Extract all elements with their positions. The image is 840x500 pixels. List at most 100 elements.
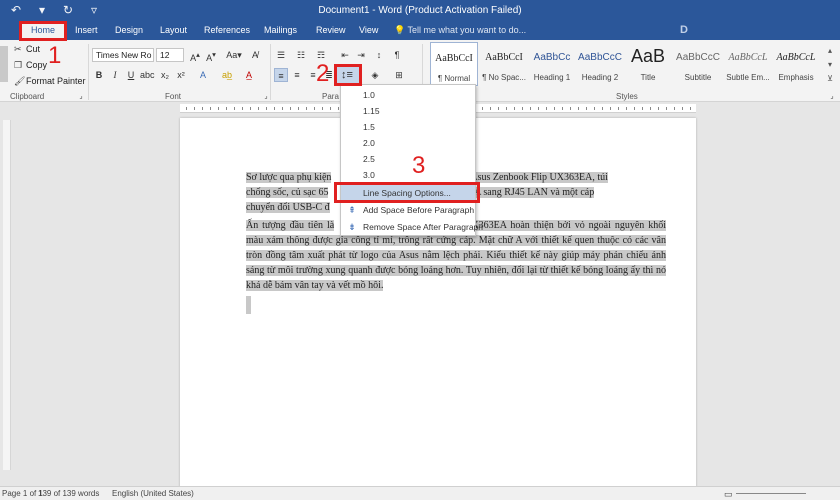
chevron-up-icon[interactable]: ▴ [824, 44, 836, 58]
increase-indent-icon[interactable]: ⇥ [354, 48, 368, 62]
bold-button[interactable]: B [92, 68, 106, 82]
sort-icon[interactable]: ↕ [372, 48, 386, 62]
ruler-tick [634, 107, 635, 110]
spacing-1-0[interactable]: 1.0 [341, 87, 475, 103]
ruler-tick [242, 107, 243, 110]
style-name: Heading 1 [533, 73, 571, 82]
style-name: Heading 2 [581, 73, 619, 82]
font-launcher-icon[interactable]: ⌟ [262, 90, 270, 104]
more-styles-icon[interactable]: ⊻ [824, 72, 836, 86]
gallery-scroll[interactable]: ▴ ▾ ⊻ [824, 44, 836, 86]
spacing-1-15[interactable]: 1.15 [341, 103, 475, 119]
style-no-spacing[interactable]: AaBbCcI ¶ No Spac... [480, 42, 528, 86]
style-heading-2[interactable]: AaBbCcC Heading 2 [576, 42, 624, 86]
styles-gallery: AaBbCcI ¶ Normal AaBbCcI ¶ No Spac... Aa… [426, 42, 826, 92]
ruler-tick [306, 107, 307, 110]
ruler-tick [546, 107, 547, 110]
ruler-tick [562, 107, 563, 110]
cut-label: Cut [26, 44, 41, 54]
styles-launcher-icon[interactable]: ⌟ [828, 90, 836, 104]
ruler-tick [250, 107, 251, 110]
spacing-3-0[interactable]: 3.0 [341, 167, 475, 183]
style-preview: AaBbCcC [578, 52, 622, 63]
paste-button[interactable] [0, 46, 8, 82]
shading-icon[interactable]: ◈ [368, 68, 382, 82]
cut-button[interactable]: ✂ Cut [14, 44, 40, 55]
subscript-button[interactable]: x₂ [158, 68, 172, 82]
spacing-2-5[interactable]: 2.5 [341, 151, 475, 167]
clipboard-group-label: Clipboard [10, 92, 45, 101]
read-mode-icon[interactable]: ▭ [724, 489, 733, 500]
styles-group-label: Styles [616, 92, 638, 101]
italic-button[interactable]: I [108, 68, 122, 82]
page-count[interactable]: Page 1 of 1 [2, 489, 43, 498]
grow-font-icon[interactable]: A▴ [188, 48, 202, 63]
window-title: Document1 - Word (Product Activation Fai… [318, 5, 522, 16]
style-preview: AaBbCcC [676, 52, 720, 63]
style-name: Title [640, 73, 656, 82]
show-marks-icon[interactable]: ¶ [390, 48, 404, 62]
superscript-button[interactable]: x² [174, 68, 188, 82]
text-run: Ấn tượng đầu tiên là [246, 220, 335, 231]
style-heading-1[interactable]: AaBbCc Heading 1 [528, 42, 576, 86]
ruler-tick [618, 107, 619, 110]
ruler-tick [610, 107, 611, 110]
ruler-tick [210, 107, 211, 110]
style-subtitle[interactable]: AaBbCcC Subtitle [674, 42, 722, 86]
word-count[interactable]: 139 of 139 words [38, 489, 99, 498]
ruler-tick [234, 107, 235, 110]
ruler-tick [674, 107, 675, 110]
font-size-box[interactable]: 12 [156, 48, 184, 62]
tab-layout[interactable]: Layout [160, 25, 187, 35]
ruler-tick [482, 107, 483, 110]
ruler-tick [314, 107, 315, 110]
change-case-icon[interactable]: Aa▾ [224, 48, 244, 62]
add-space-before-item[interactable]: ⇞ Add Space Before Paragraph [341, 202, 475, 218]
clear-formatting-icon[interactable]: A̸ [248, 48, 262, 62]
ruler-tick [578, 107, 579, 110]
tab-references[interactable]: References [204, 25, 250, 35]
decrease-indent-icon[interactable]: ⇤ [338, 48, 352, 62]
remove-space-after-item[interactable]: ⇟ Remove Space After Paragraph [341, 219, 483, 235]
add-space-icon: ⇞ [348, 205, 356, 215]
numbering-icon[interactable]: ☷ [294, 48, 308, 62]
style-emphasis[interactable]: AaBbCcL Emphasis [772, 42, 820, 86]
ruler-tick [274, 107, 275, 110]
copy-button[interactable]: ❐ Copy [14, 60, 47, 71]
tell-me-search[interactable]: 💡 Tell me what you want to do... [394, 25, 526, 36]
clipboard-launcher-icon[interactable]: ⌟ [77, 90, 85, 104]
font-name-box[interactable]: Times New Ro [92, 48, 154, 62]
divider [88, 44, 89, 100]
align-center-icon[interactable]: ≡ [290, 68, 304, 82]
style-subtle-emphasis[interactable]: AaBbCcL Subtle Em... [724, 42, 772, 86]
ruler-tick [682, 107, 683, 110]
format-painter-button[interactable]: 🖌Format Painter [14, 76, 86, 87]
tab-design[interactable]: Design [115, 25, 143, 35]
zoom-slider[interactable] [736, 493, 806, 494]
highlight-icon[interactable]: ab̲ [220, 68, 234, 82]
ruler-tick [218, 107, 219, 110]
spacing-2-0[interactable]: 2.0 [341, 135, 475, 151]
add-space-label: Add Space Before Paragraph [363, 205, 475, 215]
tab-review[interactable]: Review [316, 25, 346, 35]
callout-box-line-spacing [334, 64, 362, 86]
spacing-1-5[interactable]: 1.5 [341, 119, 475, 135]
bullets-icon[interactable]: ☰ [274, 48, 288, 62]
style-normal[interactable]: AaBbCcI ¶ Normal [430, 42, 478, 86]
tab-view[interactable]: View [359, 25, 378, 35]
shrink-font-icon[interactable]: A▾ [204, 48, 218, 63]
align-left-icon[interactable]: ≡ [274, 68, 288, 82]
style-title[interactable]: AaB Title [624, 42, 672, 86]
font-color-icon[interactable]: A̲ [242, 68, 256, 82]
tab-mailings[interactable]: Mailings [264, 25, 297, 35]
scissors-icon: ✂ [14, 44, 22, 54]
tab-insert[interactable]: Insert [75, 25, 98, 35]
language-indicator[interactable]: English (United States) [112, 489, 194, 498]
underline-button[interactable]: U [124, 68, 138, 82]
text-effects-icon[interactable]: A [196, 68, 210, 82]
paragraph-group-label: Para [322, 92, 339, 101]
text-run: chuyển đổi USB-C đ [246, 202, 330, 213]
strikethrough-button[interactable]: abc [140, 68, 155, 82]
chevron-down-icon[interactable]: ▾ [824, 58, 836, 72]
borders-icon[interactable]: ⊞ [392, 68, 406, 82]
